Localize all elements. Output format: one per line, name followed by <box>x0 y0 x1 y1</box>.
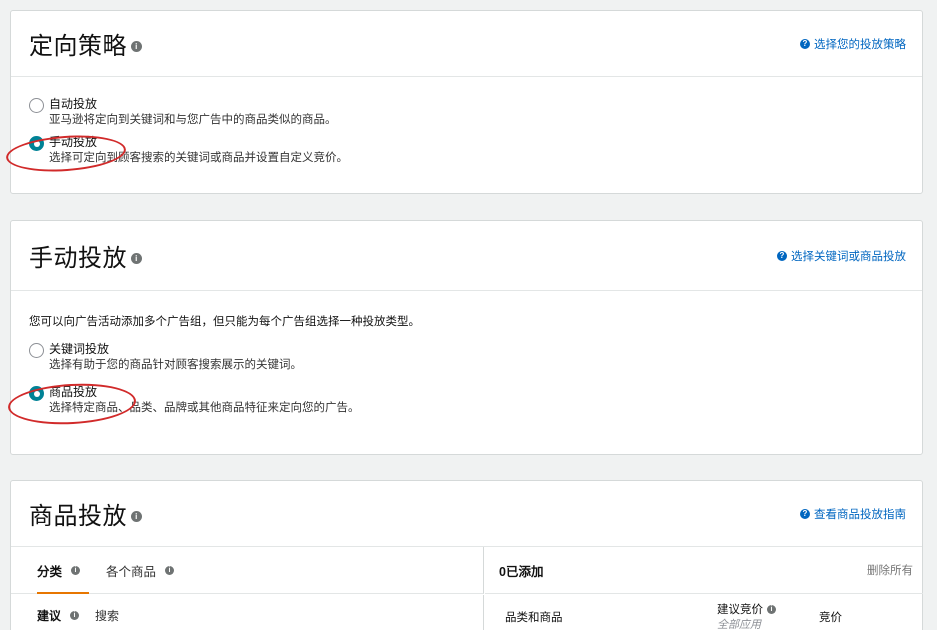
info-icon[interactable]: i <box>131 253 142 264</box>
category-subtabs: 建议 i 搜索 <box>11 595 484 630</box>
product-targeting-help-link[interactable]: ? 查看商品投放指南 <box>800 506 906 522</box>
targeting-strategy-help-link[interactable]: ? 选择您的投放策略 <box>800 36 906 52</box>
auto-targeting-radio[interactable] <box>29 98 44 113</box>
info-icon[interactable]: i <box>767 604 776 614</box>
option-manual-targeting[interactable]: 手动投放 选择可定向到顾客搜索的关键词或商品并设置自定义竞价。 <box>29 135 904 166</box>
targeting-strategy-title: 定向策略 i <box>29 26 142 61</box>
keyword-targeting-radio[interactable] <box>29 343 44 358</box>
targeting-strategy-card: 定向策略 i ? 选择您的投放策略 自动投放 亚马逊将定向到关键词和与您广告中的… <box>10 10 923 194</box>
manual-targeting-card: 手动投放 i ? 选择关键词或商品投放 您可以向广告活动添加多个广告组，但只能为… <box>10 220 923 455</box>
column-suggested-bid: 建议竞价 i <box>717 601 776 617</box>
manual-targeting-radio[interactable] <box>29 136 44 151</box>
added-table-header: 品类和商品 建议竞价 i 全部应用 竞价 <box>485 595 923 630</box>
manual-targeting-header: 手动投放 i ? 选择关键词或商品投放 <box>11 221 922 291</box>
help-icon: ? <box>800 508 810 519</box>
option-auto-targeting[interactable]: 自动投放 亚马逊将定向到关键词和与您广告中的商品类似的商品。 <box>29 97 904 128</box>
apply-all-link[interactable]: 全部应用 <box>717 616 761 630</box>
subtab-suggested[interactable]: 建议 i <box>37 607 80 624</box>
tab-category[interactable]: 分类 i <box>37 561 81 580</box>
targeting-strategy-header: 定向策略 i ? 选择您的投放策略 <box>11 11 922 77</box>
option-product-targeting[interactable]: 商品投放 选择特定商品、品类、品牌或其他商品特征来定向您的广告。 <box>29 385 904 416</box>
help-icon: ? <box>800 38 810 49</box>
active-tab-indicator <box>37 592 89 594</box>
targeting-tabs: 分类 i 各个商品 i <box>11 547 484 594</box>
option-keyword-targeting[interactable]: 关键词投放 选择有助于您的商品针对顾客搜索展示的关键词。 <box>29 342 904 373</box>
manual-targeting-title: 手动投放 i <box>29 238 142 273</box>
remove-all-link[interactable]: 删除所有 <box>867 562 913 578</box>
product-targeting-title: 商品投放 i <box>29 496 142 531</box>
added-panel-header: 0已添加 删除所有 <box>485 547 923 594</box>
added-count: 0已添加 <box>499 564 544 579</box>
help-icon: ? <box>777 250 787 261</box>
column-category-product: 品类和商品 <box>505 612 563 624</box>
info-icon[interactable]: i <box>71 565 81 575</box>
manual-targeting-intro: 您可以向广告活动添加多个广告组，但只能为每个广告组选择一种投放类型。 <box>29 316 420 328</box>
product-targeting-card: 商品投放 i ? 查看商品投放指南 分类 i 各个商品 i 0已添加 删除所有 … <box>10 480 923 630</box>
column-bid: 竞价 <box>819 612 842 624</box>
manual-targeting-help-link[interactable]: ? 选择关键词或商品投放 <box>777 248 906 264</box>
info-icon[interactable]: i <box>131 511 142 522</box>
info-icon[interactable]: i <box>131 41 142 52</box>
tab-individual-products[interactable]: 各个商品 i <box>106 561 175 580</box>
subtab-search[interactable]: 搜索 <box>95 607 119 624</box>
product-targeting-radio[interactable] <box>29 386 44 401</box>
info-icon[interactable]: i <box>165 565 175 575</box>
product-targeting-header: 商品投放 i ? 查看商品投放指南 <box>11 481 922 547</box>
info-icon[interactable]: i <box>70 610 80 620</box>
